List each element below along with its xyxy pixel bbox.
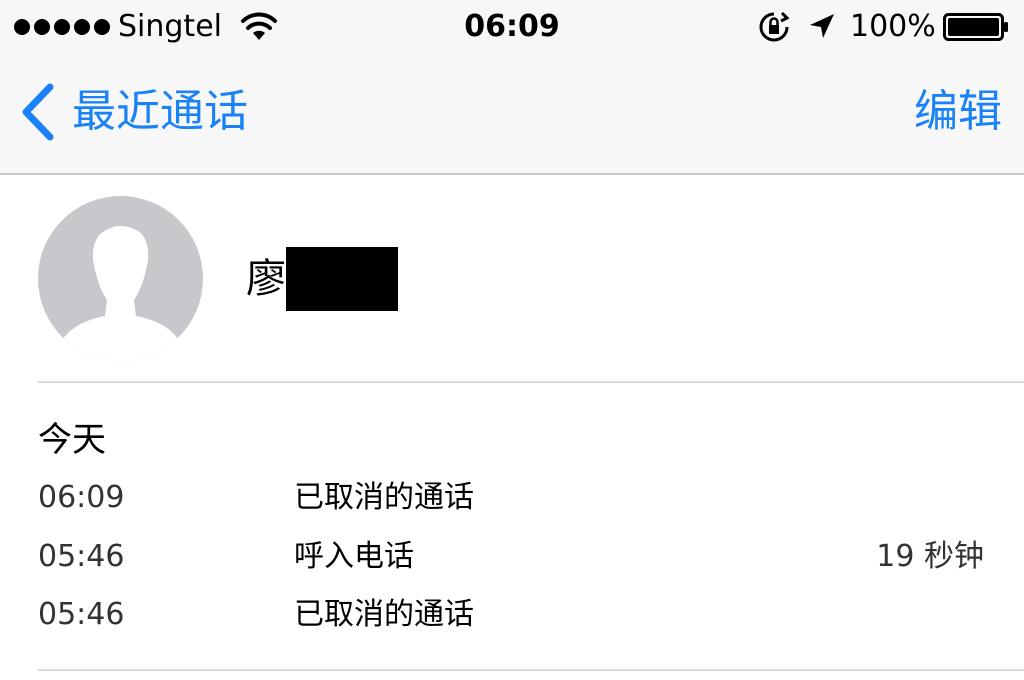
call-time: 06:09 (38, 480, 125, 515)
call-time: 05:46 (38, 597, 125, 632)
divider (38, 669, 1024, 671)
rotation-lock-icon (759, 11, 790, 42)
contact-name-text: 廖 (246, 256, 286, 302)
call-row: 06:09 已取消的通话 (38, 476, 988, 520)
contact-name: 廖 (246, 247, 398, 311)
call-type: 已取消的通话 (294, 480, 474, 515)
redaction-block (286, 247, 398, 311)
battery-percentage: 100% (850, 9, 936, 44)
navigation-bar: 最近通话 编辑 (0, 54, 1024, 175)
call-duration: 19 秒钟 (876, 539, 984, 574)
call-row: 05:46 呼入电话 19 秒钟 (38, 535, 988, 579)
divider (38, 381, 1024, 383)
location-arrow-icon (810, 14, 834, 38)
back-button[interactable]: 最近通话 (18, 82, 248, 142)
section-title-today: 今天 (38, 420, 106, 460)
avatar[interactable] (38, 196, 203, 361)
call-type: 呼入电话 (294, 539, 414, 574)
person-silhouette-icon (53, 226, 188, 361)
chevron-left-icon (22, 83, 54, 141)
back-button-label: 最近通话 (72, 86, 248, 137)
edit-button[interactable]: 编辑 (914, 82, 1002, 142)
battery-icon (943, 13, 1008, 41)
call-time: 05:46 (38, 539, 125, 574)
call-type: 已取消的通话 (294, 597, 474, 632)
status-bar: Singtel 06:09 100% (0, 0, 1024, 54)
call-row: 05:46 已取消的通话 (38, 593, 988, 637)
